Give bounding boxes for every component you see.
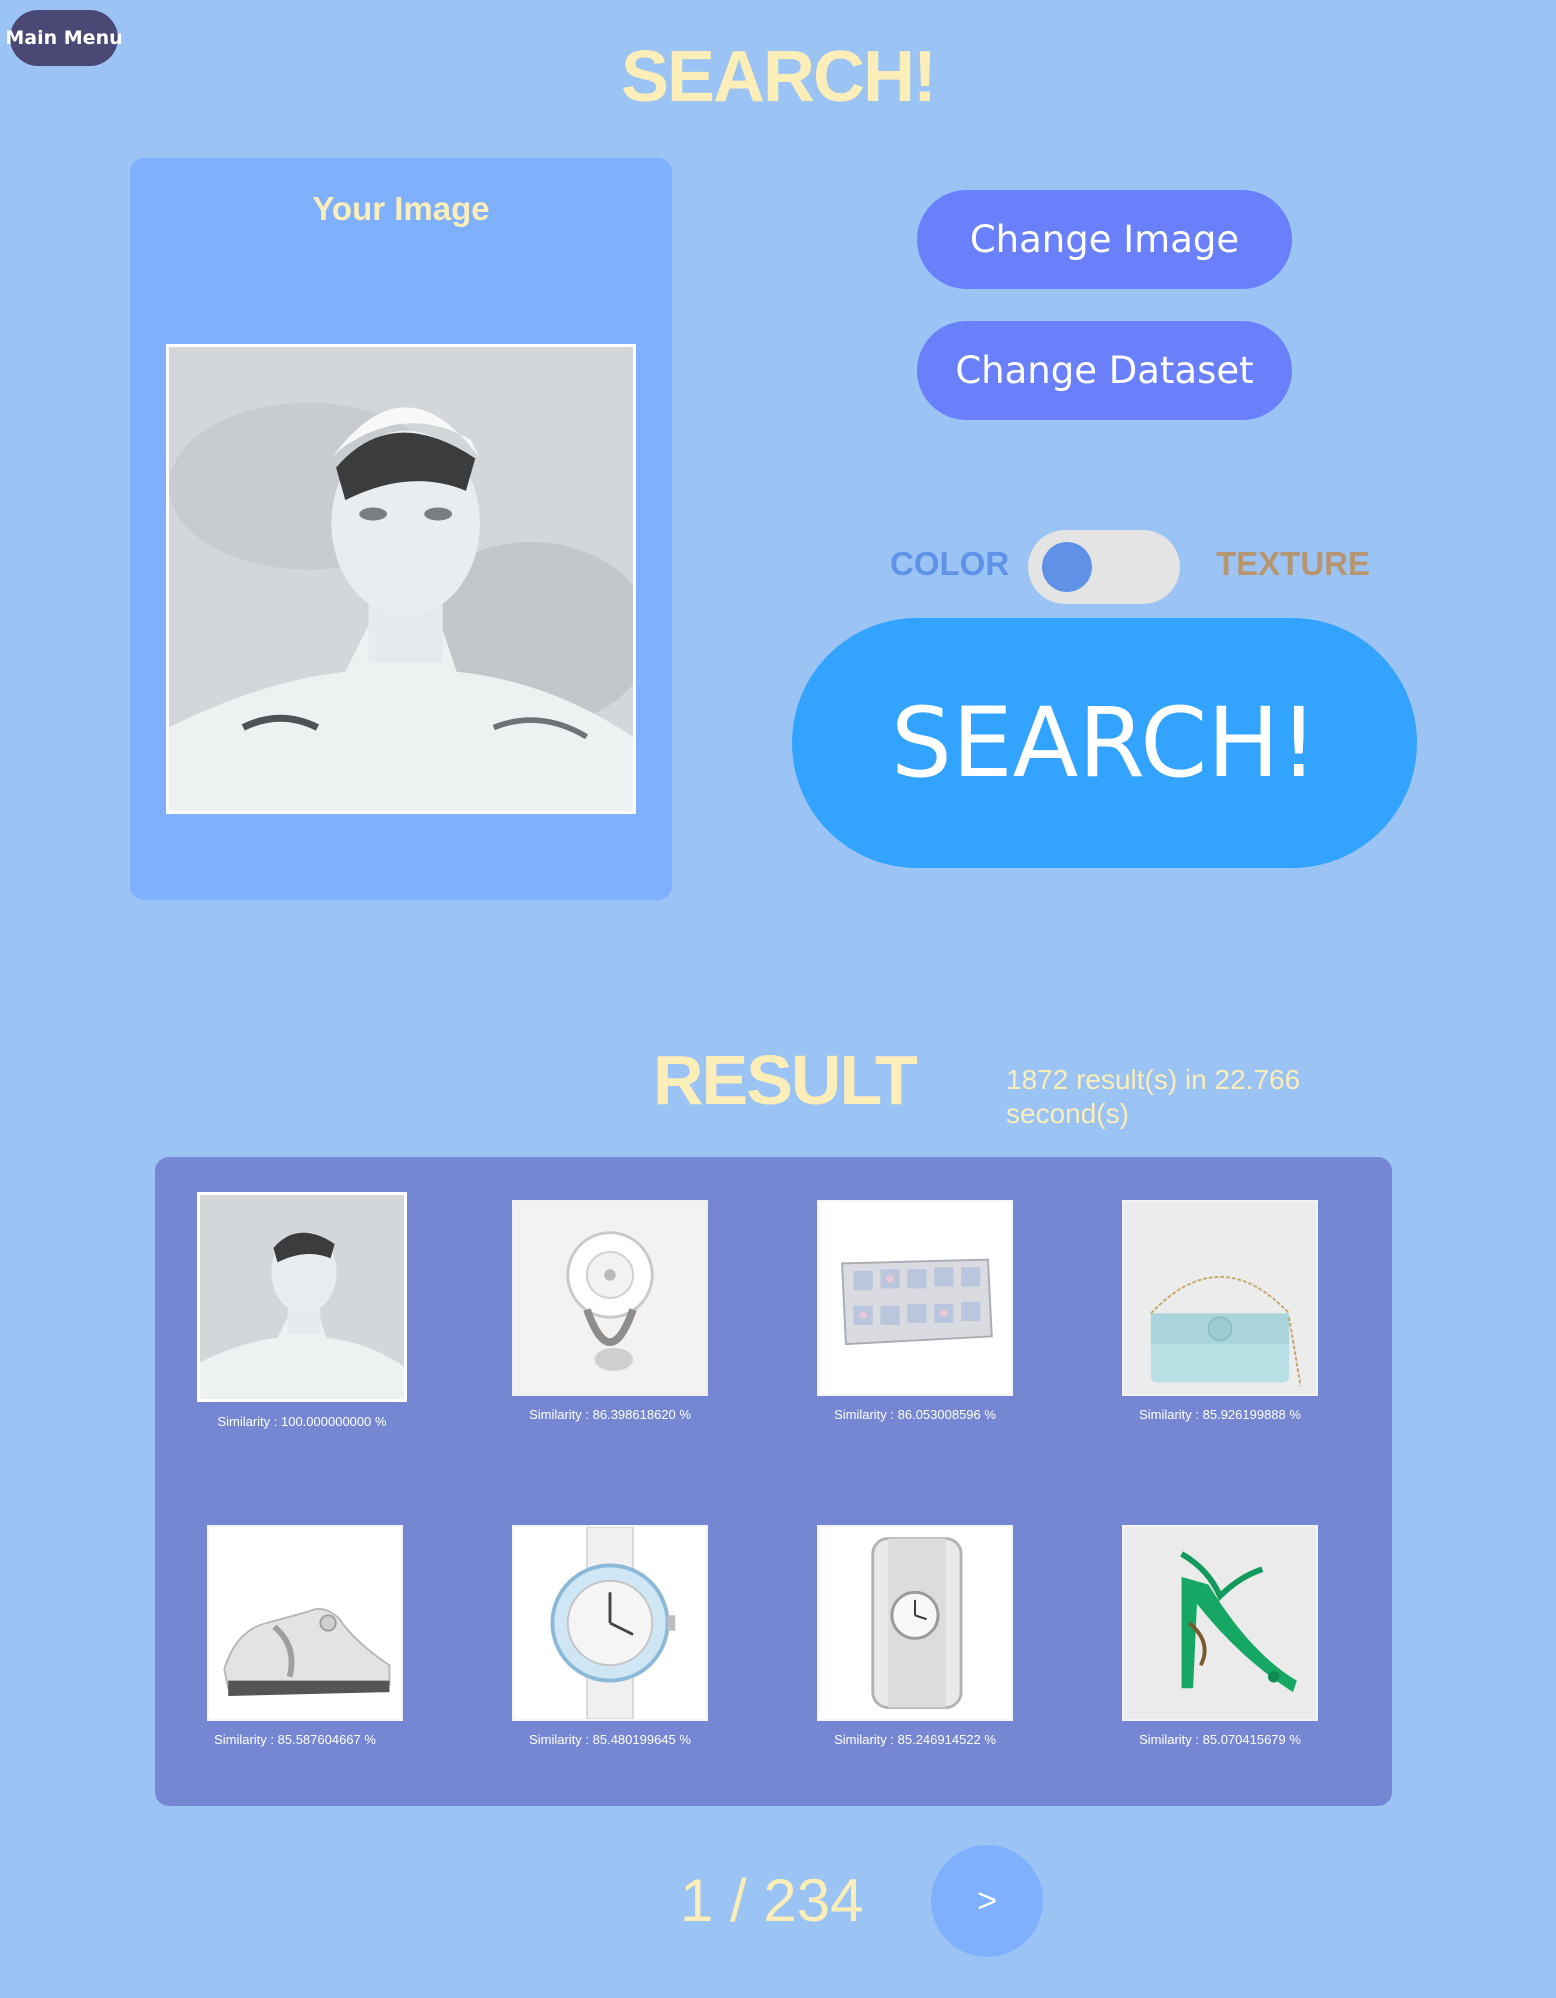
similarity-score: Similarity : 86.398618620 % <box>529 1407 691 1422</box>
result-title: RESULT <box>653 1041 918 1119</box>
result-image-heel <box>1122 1525 1318 1721</box>
change-dataset-button[interactable]: Change Dataset <box>917 321 1292 420</box>
result-image-bag <box>1122 1200 1318 1396</box>
pagination-label: 1 / 234 <box>680 1867 864 1934</box>
change-image-button[interactable]: Change Image <box>917 190 1292 289</box>
result-stats: 1872 result(s) in 22.766 second(s) <box>1006 1064 1301 1129</box>
result-image-cuff-watch <box>817 1525 1013 1721</box>
result-image-person <box>197 1192 407 1402</box>
mode-color-label: COLOR <box>890 545 1010 582</box>
results-grid: Similarity : 100.000000000 % Similarity … <box>155 1157 1392 1806</box>
query-image <box>166 344 636 814</box>
similarity-score: Similarity : 100.000000000 % <box>217 1414 387 1429</box>
toggle-knob <box>1042 542 1092 592</box>
similarity-score: Similarity : 85.246914522 % <box>834 1732 996 1747</box>
search-button[interactable]: SEARCH! <box>792 618 1417 868</box>
result-image-bracelet <box>817 1200 1013 1396</box>
result-image-ring <box>512 1200 708 1396</box>
mode-texture-label: TEXTURE <box>1216 545 1371 582</box>
query-image-panel: Your Image <box>130 158 672 900</box>
query-image-label: Your Image <box>312 190 490 227</box>
similarity-score: Similarity : 85.926199888 % <box>1139 1407 1301 1422</box>
result-image-watch <box>512 1525 708 1721</box>
result-image-sneaker <box>207 1525 403 1721</box>
similarity-score: Similarity : 85.480199645 % <box>529 1732 691 1747</box>
mode-toggle-switch[interactable] <box>1028 530 1180 604</box>
similarity-score: Similarity : 85.070415679 % <box>1139 1732 1301 1747</box>
similarity-score: Similarity : 86.053008596 % <box>834 1407 996 1422</box>
similarity-score: Similarity : 85.587604667 % <box>214 1732 376 1747</box>
next-page-button[interactable]: > <box>931 1845 1043 1957</box>
page-title: SEARCH! <box>620 37 937 117</box>
